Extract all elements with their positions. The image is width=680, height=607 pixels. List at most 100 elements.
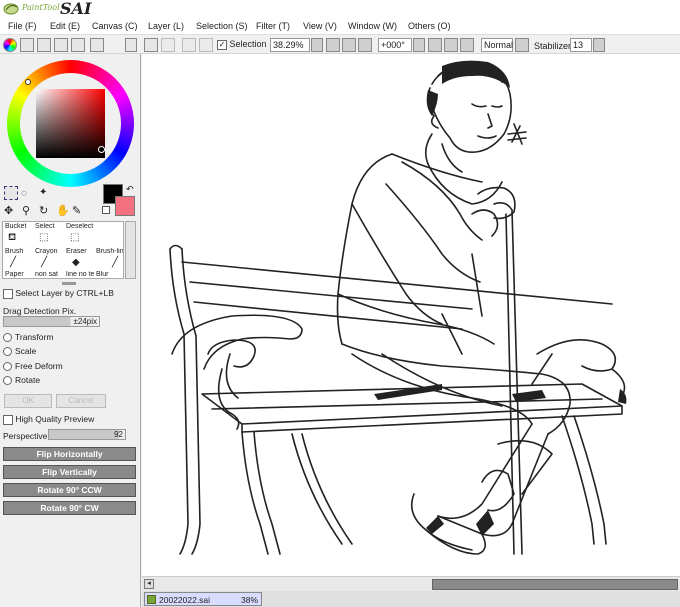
document-tab[interactable]: 20022022.sai 38%: [144, 592, 262, 606]
magic-wand-icon[interactable]: ✦: [39, 187, 47, 198]
scale-option[interactable]: Scale: [3, 346, 37, 357]
rotate-tool-icon[interactable]: ↻: [39, 204, 48, 217]
rgb-slider-tab-icon[interactable]: [20, 38, 34, 52]
drag-detection-label: Drag Detection Pix.: [3, 306, 77, 316]
menu-others[interactable]: Others (O): [408, 21, 451, 31]
saturation-value-square[interactable]: [36, 89, 105, 158]
free-deform-label: Free Deform: [15, 361, 63, 371]
tool-brush-lin[interactable]: Brush-lin: [96, 248, 123, 255]
swatch-tab-icon[interactable]: [71, 38, 85, 52]
canvas-horizontal-scrollbar[interactable]: ◂: [142, 576, 680, 591]
cancel-button[interactable]: Cancel: [56, 394, 106, 408]
hsv-slider-tab-icon[interactable]: [37, 38, 51, 52]
zoom-dropdown-chevron-icon[interactable]: [311, 38, 323, 52]
transform-radio[interactable]: [3, 333, 12, 343]
rotate-option[interactable]: Rotate: [3, 375, 41, 386]
undo-icon[interactable]: [144, 38, 158, 52]
rotate-left-icon[interactable]: [428, 38, 442, 52]
hq-preview-label: High Quality Preview: [15, 414, 95, 424]
deselect-icon[interactable]: [182, 38, 196, 52]
blend-mode-field[interactable]: Normal: [481, 38, 513, 52]
rotate-ccw-button[interactable]: Rotate 90° CCW: [3, 483, 136, 497]
hue-marker-icon: [25, 79, 31, 85]
menu-window[interactable]: Window (W): [348, 21, 397, 31]
scroll-left-icon[interactable]: ◂: [144, 579, 154, 589]
tool-line-no-te[interactable]: line no te: [66, 271, 94, 278]
scale-radio[interactable]: [3, 347, 12, 357]
zoom-in-icon[interactable]: [342, 38, 356, 52]
rotate-label: Rotate: [15, 375, 41, 385]
tool-deselect[interactable]: Deselect: [66, 223, 96, 230]
scale-label: Scale: [15, 346, 37, 356]
rotate-reset-icon[interactable]: [460, 38, 474, 52]
selection-checkbox[interactable]: ✓: [217, 39, 227, 50]
rotation-field[interactable]: +000°: [378, 38, 412, 52]
hq-preview-option[interactable]: High Quality Preview: [3, 414, 94, 425]
tool-paper[interactable]: Paper: [5, 271, 33, 278]
move-icon[interactable]: ✥: [4, 204, 13, 217]
perspective-slider[interactable]: 92: [48, 429, 126, 440]
perspective-label: Perspective: [3, 431, 48, 441]
zoom-reset-icon[interactable]: [358, 38, 372, 52]
invert-selection-icon[interactable]: [199, 38, 213, 52]
tool-crayon[interactable]: Crayon: [35, 248, 63, 255]
free-deform-option[interactable]: Free Deform: [3, 361, 63, 372]
hand-icon[interactable]: ✋: [56, 204, 70, 217]
menu-selection[interactable]: Selection (S): [196, 21, 248, 31]
zoom-field[interactable]: 38.29%: [270, 38, 310, 52]
tool-brush[interactable]: Brush: [5, 248, 33, 255]
flip-view-icon[interactable]: [515, 38, 529, 52]
zoom-tool-icon[interactable]: ⚲: [22, 204, 30, 217]
flip-horizontally-button[interactable]: Flip Horizontally: [3, 447, 136, 461]
tool-grid-resize-handle[interactable]: [62, 282, 76, 285]
rotate-cw-button[interactable]: Rotate 90° CW: [3, 501, 136, 515]
flip-vertically-button[interactable]: Flip Vertically: [3, 465, 136, 479]
rotate-right-icon[interactable]: [444, 38, 458, 52]
menu-edit[interactable]: Edit (E): [50, 21, 80, 31]
hq-preview-checkbox[interactable]: [3, 414, 13, 425]
menu-canvas[interactable]: Canvas (C): [92, 21, 138, 31]
brush-icon: ╱: [10, 257, 17, 268]
swap-colors-icon[interactable]: ↶: [126, 184, 134, 195]
redo-icon[interactable]: [161, 38, 175, 52]
scrollbar-thumb[interactable]: [432, 579, 678, 590]
drawing-canvas[interactable]: [142, 54, 680, 576]
eyedropper-icon[interactable]: ✎: [72, 204, 81, 217]
select-layer-option[interactable]: Select Layer by CTRL+LB: [3, 288, 114, 299]
lasso-icon[interactable]: ◌: [21, 188, 27, 199]
tool-bucket[interactable]: Bucket: [5, 223, 33, 230]
select-layer-label: Select Layer by CTRL+LB: [15, 288, 114, 298]
menu-filter[interactable]: Filter (T): [256, 21, 290, 31]
tool-blur[interactable]: Blur: [96, 271, 122, 278]
stabilizer-field[interactable]: 13: [570, 38, 592, 52]
drag-detection-slider[interactable]: ±24pix: [3, 316, 100, 327]
free-deform-radio[interactable]: [3, 362, 12, 372]
menu-layer[interactable]: Layer (L): [148, 21, 184, 31]
ok-button[interactable]: OK: [4, 394, 52, 408]
title-bar: PaintTool SAI: [0, 0, 680, 18]
selection-toggle[interactable]: ✓ Selection: [217, 39, 267, 50]
rotation-dropdown-chevron-icon[interactable]: [413, 38, 425, 52]
rect-select-icon[interactable]: [4, 186, 18, 200]
tool-eraser[interactable]: Eraser: [66, 248, 94, 255]
perspective-value: 92: [114, 430, 123, 439]
reset-colors-icon[interactable]: [102, 206, 110, 214]
color-wheel-tab-icon[interactable]: [3, 38, 17, 52]
select-layer-checkbox[interactable]: [3, 288, 13, 299]
menu-file[interactable]: File (F): [8, 21, 37, 31]
rotate-radio[interactable]: [3, 376, 12, 386]
select-icon: ⬚: [39, 232, 49, 243]
stabilizer-dropdown-chevron-icon[interactable]: [593, 38, 605, 52]
tool-non-sat[interactable]: non sat: [35, 271, 63, 278]
tool-grid-scrollbar[interactable]: [125, 221, 136, 279]
transform-option[interactable]: Transform: [3, 332, 54, 343]
panel-menu-chevron-icon[interactable]: [125, 38, 137, 52]
canvas-toolbar: ✓ Selection 38.29% +000° Normal Stabiliz…: [0, 36, 680, 54]
tool-select[interactable]: Select: [35, 223, 63, 230]
zoom-out-icon[interactable]: [326, 38, 340, 52]
palette-tab-icon[interactable]: [54, 38, 68, 52]
secondary-color-swatch[interactable]: [115, 196, 135, 216]
transform-label: Transform: [15, 332, 54, 342]
menu-view[interactable]: View (V): [303, 21, 337, 31]
scratchpad-tab-icon[interactable]: [90, 38, 104, 52]
